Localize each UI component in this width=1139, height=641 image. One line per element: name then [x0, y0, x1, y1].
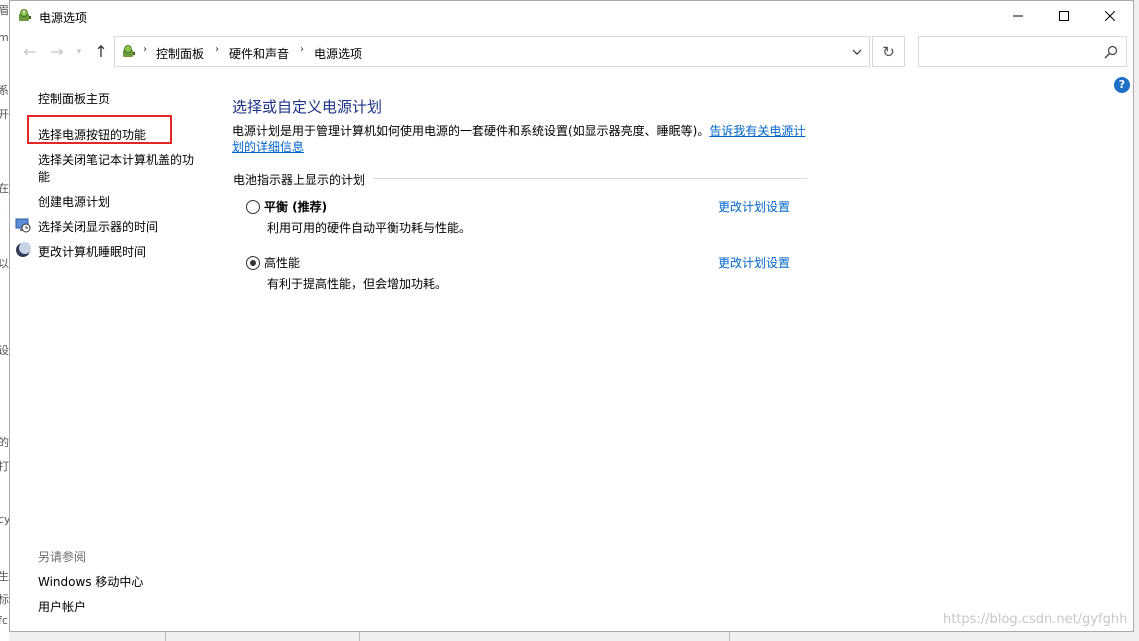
watermark-text: https://blog.csdn.net/gyfghh [943, 612, 1128, 627]
maximize-icon [1059, 11, 1069, 21]
minimize-icon [1013, 15, 1023, 17]
background-taskbar-edge [9, 632, 1139, 641]
learn-more-line1: 告诉我有关电源计 [709, 124, 806, 138]
bg-glyph: 眉 [0, 4, 9, 17]
breadcrumb-power-options[interactable]: 电源选项 [314, 45, 362, 62]
high-performance-plan-radio[interactable] [246, 256, 260, 270]
bg-glyph: 生 [0, 570, 9, 583]
bg-glyph: m [0, 31, 9, 44]
bg-glyph: cy [0, 513, 9, 526]
balanced-plan-radio[interactable] [246, 200, 260, 214]
description-text: 电源计划是用于管理计算机如何使用电源的一套硬件和系统设置(如显示器亮度、睡眠等)… [232, 124, 710, 138]
choose-power-button-link[interactable]: 选择电源按钮的功能 [38, 126, 146, 143]
group-divider [374, 178, 807, 179]
control-panel-icon [123, 45, 135, 57]
page-description: 电源计划是用于管理计算机如何使用电源的一套硬件和系统设置(如显示器亮度、睡眠等)… [232, 123, 822, 155]
address-dropdown-button[interactable] [844, 36, 870, 67]
change-sleep-time-link[interactable]: 更改计算机睡眠时间 [38, 243, 146, 260]
search-box[interactable] [918, 36, 1127, 67]
balanced-plan-description: 利用可用的硬件自动平衡功耗与性能。 [267, 221, 472, 235]
refresh-icon: ↻ [882, 42, 895, 61]
choose-lid-close-link[interactable]: 选择关闭笔记本计算机盖的功 能 [38, 151, 194, 185]
help-button[interactable]: ? [1114, 77, 1130, 93]
bg-glyph: 系 [0, 84, 9, 97]
arrow-right-icon: → [50, 42, 64, 61]
breadcrumb-separator-icon: › [300, 44, 304, 55]
learn-more-line2: 划的详细信息 [232, 140, 305, 154]
title-bar: 电源选项 [10, 1, 1133, 31]
breadcrumb-separator-icon: › [143, 44, 147, 55]
high-performance-plan-description: 有利于提高性能，但会增加功耗。 [267, 277, 448, 291]
page-title: 选择或自定义电源计划 [232, 98, 383, 116]
bg-glyph: 的 [0, 436, 9, 449]
control-panel-home-link[interactable]: 控制面板主页 [38, 90, 110, 107]
link-text-line2: 能 [38, 170, 51, 184]
high-performance-plan-name[interactable]: 高性能 [264, 254, 300, 271]
address-bar[interactable]: › 控制面板 › 硬件和声音 › 电源选项 [114, 36, 870, 67]
plan-group-title: 电池指示器上显示的计划 [233, 173, 366, 187]
breadcrumb-control-panel[interactable]: 控制面板 [156, 45, 204, 62]
breadcrumb-hardware-sound[interactable]: 硬件和声音 [229, 45, 289, 62]
close-icon [1105, 11, 1115, 21]
balanced-plan-name[interactable]: 平衡 (推荐) [264, 198, 327, 215]
arrow-left-icon: ← [23, 42, 37, 61]
window-title: 电源选项 [39, 11, 88, 25]
bg-glyph: 以 [0, 257, 9, 270]
bg-glyph: 设 [0, 344, 9, 357]
chevron-down-icon [852, 49, 862, 55]
bg-glyph: 打 [0, 460, 9, 473]
recent-locations-button[interactable]: ▾ [73, 42, 85, 62]
create-power-plan-link[interactable]: 创建电源计划 [38, 193, 110, 210]
close-button[interactable] [1087, 1, 1133, 31]
question-icon: ? [1118, 78, 1126, 91]
power-options-window: 电源选项 ← → ▾ ↑ › 控制面板 › 硬件和声音 › 电源选项 ↻ ? 控… [9, 0, 1134, 632]
power-options-icon [19, 9, 31, 21]
search-input[interactable] [923, 42, 1093, 62]
bg-glyph: fc [0, 614, 8, 627]
moon-icon [16, 242, 31, 257]
refresh-button[interactable]: ↻ [872, 36, 905, 67]
bg-glyph: 在 [0, 182, 9, 195]
choose-display-off-time-link[interactable]: 选择关闭显示器的时间 [38, 218, 158, 235]
maximize-button[interactable] [1041, 1, 1087, 31]
minimize-button[interactable] [995, 1, 1041, 31]
bg-glyph: 标 [0, 593, 9, 606]
background-window-edge: 眉 m 系 开 在 i 以 设 的 打 cy 生 标 fc [0, 0, 9, 641]
chevron-down-icon: ▾ [76, 47, 82, 57]
up-button[interactable]: ↑ [91, 42, 111, 62]
monitor-clock-icon [15, 218, 31, 233]
see-also-heading: 另请参阅 [38, 550, 87, 564]
link-text-line1: 选择关闭笔记本计算机盖的功 [38, 153, 195, 167]
high-performance-change-settings-link[interactable]: 更改计划设置 [718, 254, 790, 271]
balanced-change-settings-link[interactable]: 更改计划设置 [718, 198, 790, 215]
forward-button[interactable]: → [47, 42, 67, 62]
bg-glyph: 开 [0, 108, 9, 121]
windows-mobility-center-link[interactable]: Windows 移动中心 [38, 573, 143, 590]
breadcrumb-separator-icon: › [215, 44, 219, 55]
user-accounts-link[interactable]: 用户帐户 [38, 598, 86, 615]
search-icon [1104, 45, 1118, 59]
bg-glyph: i [0, 207, 1, 220]
arrow-up-icon: ↑ [94, 42, 108, 61]
back-button[interactable]: ← [20, 42, 40, 62]
